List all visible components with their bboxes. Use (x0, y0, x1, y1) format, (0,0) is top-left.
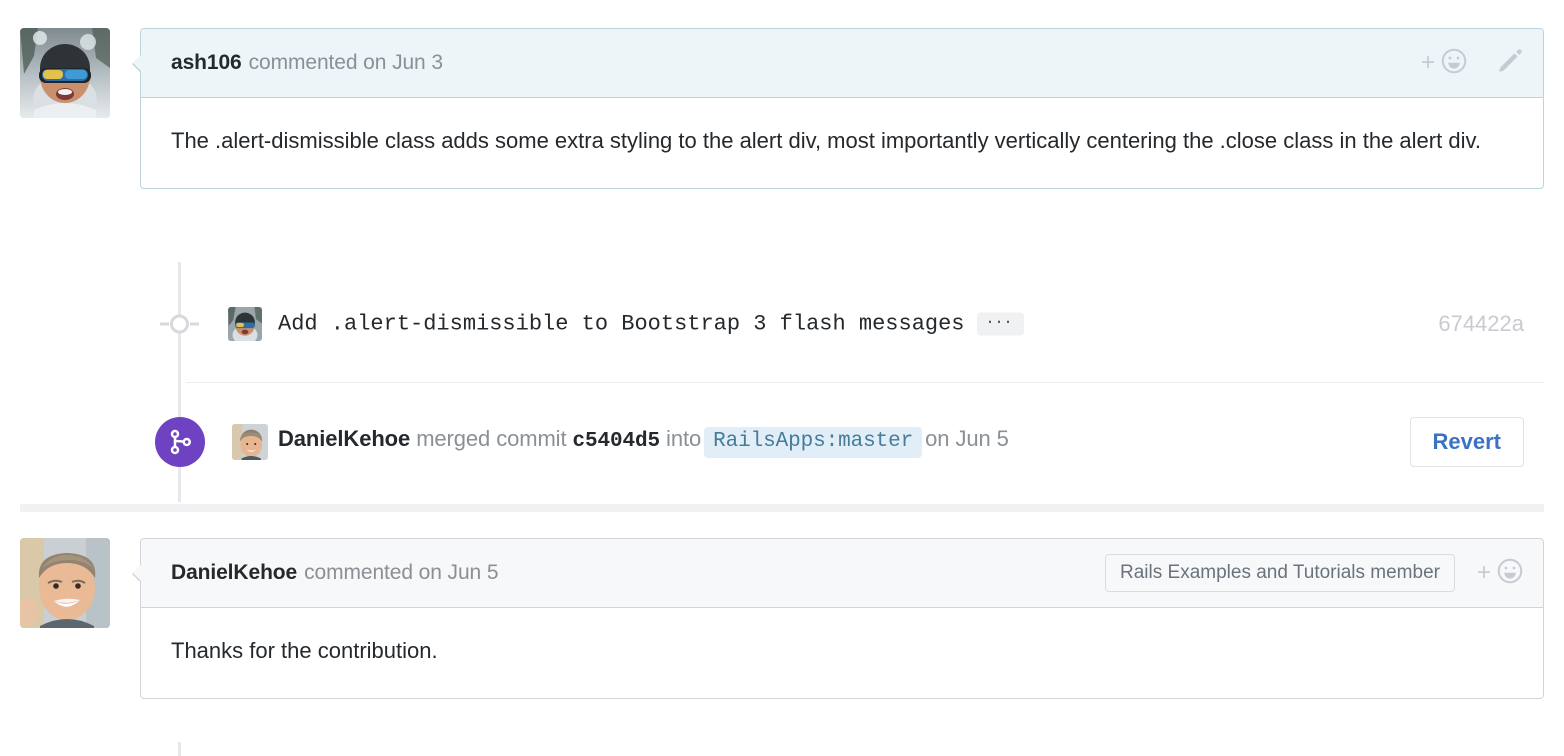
target-branch-chip[interactable]: RailsApps:master (704, 427, 923, 458)
merge-event-text: DanielKehoe merged commit c5404d5 into Ra… (278, 426, 1009, 458)
avatar-ash106[interactable] (228, 307, 262, 341)
pull-request-conversation: ash106 commented on Jun 3 + The .alert-d… (0, 0, 1564, 756)
merged-commit-sha[interactable]: c5404d5 (573, 430, 661, 453)
edit-comment-button[interactable] (1495, 46, 1525, 81)
comment-body: The .alert-dismissible class adds some e… (141, 98, 1543, 188)
comment-timestamp: commented on Jun 3 (248, 51, 443, 74)
commit-message[interactable]: Add .alert-dismissible to Bootstrap 3 fl… (278, 310, 1024, 337)
comment-bubble: DanielKehoe commented on Jun 5 Rails Exa… (132, 538, 1544, 700)
merge-author[interactable]: DanielKehoe (278, 426, 410, 451)
comment-header: ash106 commented on Jun 3 + (141, 29, 1543, 98)
pencil-icon (1495, 46, 1525, 81)
commit-sha[interactable]: 674422a (1438, 311, 1524, 337)
comment-text: Thanks for the contribution. (171, 638, 438, 663)
revert-button[interactable]: Revert (1409, 417, 1524, 467)
comment-author[interactable]: DanielKehoe (171, 561, 297, 585)
git-merge-icon (155, 417, 205, 467)
plus-icon: + (1420, 49, 1435, 76)
timeline-section-separator (20, 504, 1544, 512)
timeline-rail-bottom (178, 742, 181, 756)
comment-header: DanielKehoe commented on Jun 5 Rails Exa… (141, 539, 1543, 608)
avatar-ash106[interactable] (20, 28, 110, 118)
commit-message-text: Add .alert-dismissible to Bootstrap 3 fl… (278, 311, 965, 337)
bubble-arrow-fill (133, 565, 141, 581)
comment-body: Thanks for the contribution. (141, 608, 1543, 698)
comment-bubble: ash106 commented on Jun 3 + The .alert-d… (132, 28, 1544, 190)
plus-icon: + (1476, 559, 1491, 586)
add-reaction-button[interactable]: + (1421, 46, 1469, 81)
merge-date: on Jun 5 (925, 426, 1009, 451)
membership-badge: Rails Examples and Tutorials member (1105, 554, 1455, 592)
commit-event-row: Add .alert-dismissible to Bootstrap 3 fl… (0, 296, 1544, 352)
merge-event-row: DanielKehoe merged commit c5404d5 into Ra… (0, 406, 1544, 478)
bubble-arrow-fill (133, 55, 141, 71)
comment-author[interactable]: ash106 (171, 51, 242, 75)
commit-dot-icon (160, 314, 199, 334)
avatar-danielkehoe[interactable] (232, 424, 268, 460)
merge-preposition: into (666, 426, 702, 451)
comment-text: The .alert-dismissible class adds some e… (171, 128, 1481, 153)
comment-timestamp: commented on Jun 5 (304, 561, 499, 584)
commit-expand-button[interactable]: ··· (976, 310, 1024, 336)
smiley-icon (1495, 556, 1525, 591)
avatar-danielkehoe[interactable] (20, 538, 110, 628)
timeline-divider (186, 382, 1544, 383)
merge-verb: merged commit (416, 426, 567, 451)
smiley-icon (1439, 46, 1469, 81)
add-reaction-button[interactable]: + (1477, 556, 1525, 591)
